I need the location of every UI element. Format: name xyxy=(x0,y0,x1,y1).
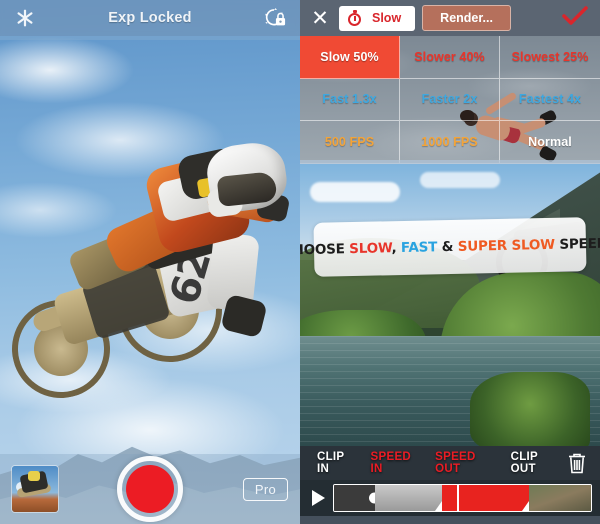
speed-cell-1000-fps[interactable]: 1000 FPS xyxy=(400,121,500,164)
camera-bottom-bar: Pro xyxy=(0,454,300,524)
banner-word-choose: CHOOSE xyxy=(300,241,345,259)
camera-capture-screen: 62 Exp Locked Pro xyxy=(0,0,300,524)
banner-word-fast: FAST xyxy=(400,239,438,257)
pro-badge[interactable]: Pro xyxy=(242,477,288,501)
render-button[interactable]: Render... xyxy=(422,5,511,31)
timeline-scrubber xyxy=(300,480,600,516)
tool-clip-out[interactable]: CLIP OUT xyxy=(502,451,566,475)
record-button-core xyxy=(126,465,175,513)
video-preview[interactable]: CHOOSE SLOW, FAST & SUPER SLOW SPEEDS xyxy=(300,164,600,446)
mode-label: Slow xyxy=(372,11,402,25)
speed-grid: Slow 50% Slower 40% Slowest 25% Fast 1.3… xyxy=(300,36,600,164)
speed-cell-500-fps[interactable]: 500 FPS xyxy=(300,121,400,164)
promo-banner: CHOOSE SLOW, FAST & SUPER SLOW SPEEDS xyxy=(300,217,600,277)
timeline-track[interactable] xyxy=(333,484,592,512)
tool-speed-out[interactable]: SPEED OUT xyxy=(426,451,501,475)
speed-cell-slower-40[interactable]: Slower 40% xyxy=(400,36,500,79)
check-icon[interactable] xyxy=(562,5,592,31)
close-icon[interactable]: ✕ xyxy=(308,8,332,29)
camera-top-bar: Exp Locked xyxy=(0,0,300,36)
editor-top-bar: ✕ Slow Render... xyxy=(300,0,600,36)
speed-cell-fastest-4x[interactable]: Fastest 4x xyxy=(500,79,600,122)
promo-banner-text: CHOOSE SLOW, FAST & SUPER SLOW SPEEDS xyxy=(300,236,600,259)
stopwatch-icon xyxy=(348,10,362,26)
mode-slow-button[interactable]: Slow xyxy=(339,5,416,31)
timeline-segment[interactable] xyxy=(334,485,381,511)
preview-cloud xyxy=(310,182,400,202)
preview-cloud xyxy=(420,172,500,188)
starburst-icon[interactable] xyxy=(10,3,40,33)
speed-cell-slowest-25[interactable]: Slowest 25% xyxy=(500,36,600,79)
speed-cell-slow-50[interactable]: Slow 50% xyxy=(300,36,400,79)
speed-grid-cells: Slow 50% Slower 40% Slowest 25% Fast 1.3… xyxy=(300,36,600,164)
speed-editor-screen: ✕ Slow Render... Slow 50% Slower 40% Slo… xyxy=(300,0,600,524)
record-button[interactable] xyxy=(117,456,184,522)
camera-top-bar-strip xyxy=(0,36,300,40)
timeline-segment[interactable] xyxy=(375,485,449,511)
gallery-thumbnail[interactable] xyxy=(12,466,58,512)
motocross-rider-photo: 62 xyxy=(12,138,292,410)
banner-word-slow: SLOW xyxy=(349,240,392,258)
exposure-status-label: Exp Locked xyxy=(108,10,192,26)
banner-sep-1: , xyxy=(391,240,402,257)
camera-exposure-lock-icon[interactable] xyxy=(260,3,290,33)
banner-word-speeds: SPEEDS xyxy=(559,235,600,253)
screenshot-stage: 62 Exp Locked Pro ✕ Slow Render... Slow … xyxy=(0,0,600,524)
trash-icon[interactable] xyxy=(566,451,588,475)
banner-sep-2: & xyxy=(437,238,458,256)
timeline-segment-speed[interactable] xyxy=(441,485,537,511)
speed-cell-faster-2x[interactable]: Faster 2x xyxy=(400,78,500,122)
banner-word-super-slow: SUPER SLOW xyxy=(457,236,556,255)
speed-cell-fast-1-3x[interactable]: Fast 1.3x xyxy=(300,78,400,122)
play-icon[interactable] xyxy=(312,490,325,506)
speed-cell-normal[interactable]: Normal xyxy=(500,121,600,164)
preview-grass-foreground xyxy=(470,372,590,446)
tool-clip-in[interactable]: CLIP IN xyxy=(308,451,362,475)
tool-speed-in[interactable]: SPEED IN xyxy=(362,451,427,475)
playhead[interactable] xyxy=(457,485,460,511)
timeline-segment[interactable] xyxy=(529,485,591,511)
editor-tool-row: CLIP IN SPEED IN SPEED OUT CLIP OUT xyxy=(300,446,600,480)
